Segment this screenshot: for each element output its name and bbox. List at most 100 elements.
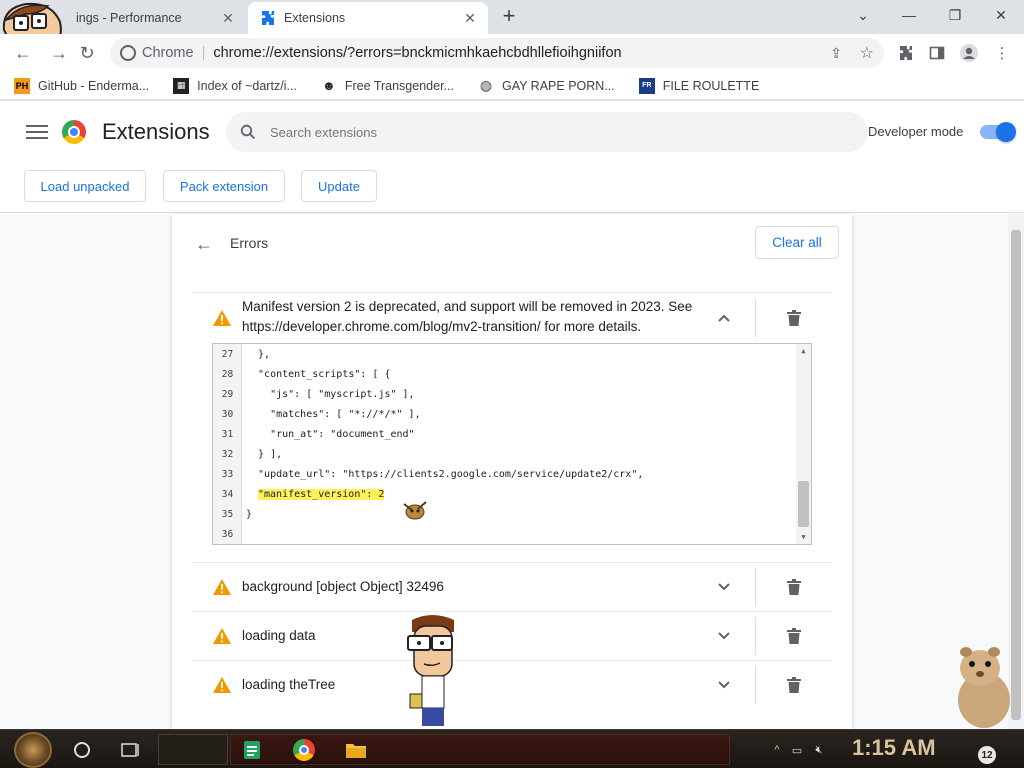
share-icon[interactable]: ⇪: [830, 45, 842, 62]
back-arrow-icon[interactable]: ←: [192, 232, 216, 256]
code-line: 30 "matches": [ "*://*/*" ],: [213, 404, 793, 424]
load-unpacked-button[interactable]: Load unpacked: [24, 170, 146, 202]
bookmark-star-icon[interactable]: ☆: [860, 43, 874, 63]
chevron-down-icon[interactable]: [712, 624, 736, 648]
code-text: }: [246, 508, 253, 520]
restore-button[interactable]: ❐: [932, 0, 978, 30]
pack-extension-button[interactable]: Pack extension: [163, 170, 285, 202]
warning-icon: [212, 627, 232, 645]
forward-arrow-icon[interactable]: →: [46, 40, 72, 66]
bookmark-item[interactable]: FR FILE ROULETTE: [638, 77, 759, 94]
tray-chevron-icon[interactable]: ^: [768, 742, 786, 758]
chevron-up-icon[interactable]: [712, 306, 736, 330]
bookmark-item[interactable]: ◍ GAY RAPE PORN...: [478, 77, 615, 94]
bookmarks-bar: PH GitHub - Enderma... ▦ Index of ~dartz…: [0, 72, 1024, 100]
line-number: 30: [221, 408, 234, 420]
line-number: 32: [221, 448, 234, 460]
bookmark-item[interactable]: PH GitHub - Enderma...: [14, 77, 149, 94]
site-label: Chrome: [142, 45, 194, 61]
divider: [755, 299, 756, 337]
error-message: background [object Object] 32496: [242, 579, 444, 594]
bookmark-item[interactable]: ☻ Free Transgender...: [321, 78, 454, 94]
code-line: 31 "run_at": "document_end": [213, 424, 793, 444]
chrome-logo-icon: [62, 120, 86, 144]
line-number: 36: [221, 528, 234, 540]
toggle-knob: [996, 122, 1016, 142]
sheets-app-icon[interactable]: [240, 738, 264, 762]
url-text[interactable]: chrome://extensions/?errors=bnckmicmhkae…: [213, 45, 621, 61]
clear-all-button[interactable]: Clear all: [755, 226, 839, 259]
taskbar: ^ ▭ 🔇︎ 1:15 AM 12: [0, 729, 1024, 768]
chrome-logo-icon: [293, 739, 315, 761]
delete-trash-icon[interactable]: [782, 575, 806, 599]
warning-icon: [212, 676, 232, 694]
bookmark-label: Index of ~dartz/i...: [197, 78, 297, 93]
close-tab-icon[interactable]: ✕: [218, 8, 238, 28]
code-line: 34 "manifest_version": 2: [213, 484, 793, 504]
volume-muted-icon[interactable]: 🔇︎: [810, 742, 828, 758]
bookmark-item[interactable]: ▦ Index of ~dartz/i...: [173, 77, 297, 94]
profile-avatar-icon[interactable]: [958, 42, 980, 64]
delete-trash-icon[interactable]: [782, 306, 806, 330]
hamster-sprite: [936, 644, 1022, 730]
chrome-app-icon[interactable]: [292, 738, 316, 762]
warning-icon: [212, 309, 232, 327]
reload-icon[interactable]: ↻: [74, 40, 100, 66]
start-button[interactable]: [14, 732, 52, 768]
search-box[interactable]: [226, 112, 868, 152]
chevron-down-icon[interactable]: [712, 673, 736, 697]
close-window-button[interactable]: ✕: [978, 0, 1024, 30]
bookmark-label: GAY RAPE PORN...: [501, 78, 615, 93]
address-bar[interactable]: Chrome | chrome://extensions/?errors=bnc…: [110, 38, 884, 68]
code-line: 33 "update_url": "https://clients2.googl…: [213, 464, 793, 484]
roulette-icon: FR: [638, 77, 655, 94]
error-item: background [object Object] 32496: [192, 562, 832, 611]
extensions-puzzle-icon[interactable]: [895, 42, 917, 64]
line-number: 35: [221, 508, 234, 520]
error-message-line: Manifest version 2 is deprecated, and su…: [242, 299, 693, 314]
back-arrow-icon[interactable]: ←: [10, 40, 36, 66]
taskbar-search[interactable]: [158, 734, 228, 765]
file-explorer-icon[interactable]: [344, 738, 368, 762]
network-icon[interactable]: ▭: [788, 742, 806, 758]
code-viewer[interactable]: 27 }, 28 "content_scripts": [ { 29 "js":…: [212, 343, 812, 545]
search-input[interactable]: [270, 124, 830, 140]
delete-trash-icon[interactable]: [782, 673, 806, 697]
code-line: 29 "js": [ "myscript.js" ],: [213, 384, 793, 404]
side-panel-icon[interactable]: [926, 42, 948, 64]
tab-extensions[interactable]: Extensions ✕: [248, 2, 488, 34]
new-tab-button[interactable]: +: [498, 5, 520, 28]
chevron-down-icon[interactable]: [712, 575, 736, 599]
line-number: 28: [221, 368, 234, 380]
code-scrollbar[interactable]: ▲ ▼: [796, 344, 811, 544]
search-icon: [238, 122, 258, 142]
line-number: 34: [221, 488, 234, 500]
error-message: loading theTree: [242, 677, 336, 692]
kebab-menu-icon[interactable]: ⋮: [991, 42, 1013, 64]
clock[interactable]: 1:15 AM: [852, 735, 936, 761]
notification-badge[interactable]: 12: [978, 746, 996, 764]
task-view-icon[interactable]: [118, 738, 142, 762]
cortana-circle-icon[interactable]: [70, 738, 94, 762]
divider: [755, 568, 756, 606]
tab-title: ings - Performance: [76, 11, 182, 25]
extensions-header: Extensions Developer mode Load unpacked …: [0, 101, 1024, 213]
close-tab-icon[interactable]: ✕: [460, 8, 480, 28]
divider: [755, 666, 756, 704]
hamburger-menu-icon[interactable]: [26, 121, 48, 143]
scrollbar-thumb[interactable]: [798, 481, 809, 527]
delete-trash-icon[interactable]: [782, 624, 806, 648]
scroll-up-arrow-icon[interactable]: ▲: [799, 347, 808, 355]
update-button[interactable]: Update: [301, 170, 377, 202]
developer-mode-toggle[interactable]: [980, 122, 1016, 142]
cartoon-man-sprite: [404, 612, 460, 728]
scroll-down-arrow-icon[interactable]: ▼: [799, 533, 808, 541]
cursor-creature-sprite: [398, 494, 432, 528]
puzzle-icon: [260, 10, 276, 26]
mask-icon: ☻: [322, 78, 336, 93]
code-text: "matches": [ "*://*/*" ],: [246, 408, 421, 420]
minimize-button[interactable]: —: [886, 0, 932, 30]
tab-search-chevron-icon[interactable]: ⌄: [840, 0, 886, 30]
errors-card: ← Errors Clear all Manifest version 2 is…: [172, 214, 852, 729]
code-line: 36: [213, 524, 793, 544]
